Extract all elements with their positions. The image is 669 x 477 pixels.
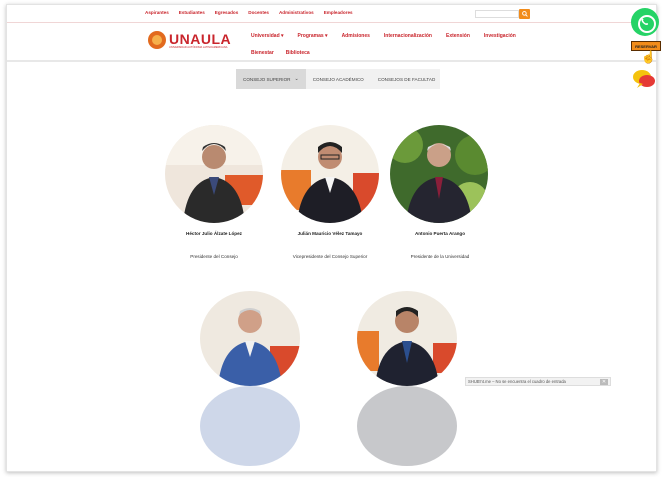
- pointer-hand-icon: ☝: [641, 50, 656, 64]
- tab-label: CONSEJOS DE FACULTAD: [377, 76, 436, 82]
- nav-investigacion[interactable]: Investigación: [484, 33, 516, 39]
- link-estudiantes[interactable]: Estudiantes: [179, 10, 205, 15]
- audience-links: Aspirantes Estudiantes Egresados Docente…: [145, 10, 353, 15]
- link-egresados[interactable]: Egresados: [215, 10, 239, 15]
- tab-consejos-facultad[interactable]: CONSEJOS DE FACULTAD: [371, 69, 443, 89]
- main-nav: Universidad ▾ Programas ▾ Admisiones Int…: [251, 33, 516, 39]
- brand-tagline: UNIVERSIDAD AUTÓNOMA LATINOAMERICANA: [169, 45, 228, 49]
- link-empleadores[interactable]: Empleadores: [324, 10, 353, 15]
- tab-consejo-superior[interactable]: CONSEJO SUPERIOR ⌄: [236, 69, 306, 89]
- close-icon[interactable]: ✕: [600, 379, 608, 385]
- brand-name: UNAULA: [169, 30, 232, 47]
- photo-reflection: [357, 386, 457, 466]
- member-photo[interactable]: [357, 291, 457, 386]
- nav-universidad[interactable]: Universidad ▾: [251, 33, 284, 39]
- member-photo[interactable]: [200, 291, 300, 386]
- whatsapp-button[interactable]: [631, 8, 659, 36]
- member-photo[interactable]: [165, 125, 263, 223]
- search-input[interactable]: [475, 10, 519, 18]
- member-name: Julián Mauricio Vélez Tamayo: [297, 231, 363, 236]
- council-tabs: CONSEJO SUPERIOR ⌄ CONSEJO ACADÉMICO CON…: [236, 69, 440, 89]
- photo-reflection: [200, 386, 300, 466]
- nav-biblioteca[interactable]: Biblioteca: [286, 50, 310, 56]
- link-docentes[interactable]: Docentes: [248, 10, 269, 15]
- whatsapp-icon: [641, 18, 649, 25]
- search-icon: [521, 11, 528, 17]
- nav-extension[interactable]: Extensión: [446, 33, 470, 39]
- site-header: UNAULA UNIVERSIDAD AUTÓNOMA LATINOAMERIC…: [7, 24, 656, 62]
- tab-label: CONSEJO SUPERIOR: [243, 76, 291, 82]
- nav-programas[interactable]: Programas ▾: [298, 33, 328, 39]
- member-role: Vicepresidente del Consejo Superior: [292, 254, 368, 259]
- chat-bubble-button[interactable]: [632, 68, 656, 90]
- chevron-down-icon: ⌄: [294, 76, 299, 82]
- main-nav-row2: Bienestar Biblioteca: [251, 50, 310, 56]
- logo-emblem-icon: [148, 31, 166, 49]
- link-administrativos[interactable]: Administrativos: [279, 10, 314, 15]
- nav-admisiones[interactable]: Admisiones: [342, 33, 370, 39]
- member-name: Antonio Puerta Arango: [414, 231, 466, 236]
- brand-logo[interactable]: UNAULA UNIVERSIDAD AUTÓNOMA LATINOAMERIC…: [148, 31, 231, 49]
- tab-consejo-academico[interactable]: CONSEJO ACADÉMICO: [306, 69, 371, 89]
- search-button[interactable]: [519, 9, 530, 19]
- nav-internacionalizacion[interactable]: Internacionalización: [384, 33, 432, 39]
- browser-page: Aspirantes Estudiantes Egresados Docente…: [6, 4, 657, 472]
- member-photo[interactable]: [390, 125, 488, 223]
- utility-bar: Aspirantes Estudiantes Egresados Docente…: [7, 5, 656, 23]
- status-text: SHUB'nt.me – No se encuentra el cuadro d…: [468, 379, 566, 384]
- nav-bienestar[interactable]: Bienestar: [251, 50, 274, 56]
- member-role: Presidente de la Universidad: [410, 254, 470, 259]
- status-notification: SHUB'nt.me – No se encuentra el cuadro d…: [465, 377, 611, 386]
- link-aspirantes[interactable]: Aspirantes: [145, 10, 169, 15]
- member-name: Héctor Julio Álzate López: [186, 231, 242, 236]
- member-role: Presidente del Consejo: [190, 254, 238, 259]
- chat-bubble-icon: [633, 70, 655, 88]
- tab-label: CONSEJO ACADÉMICO: [312, 76, 364, 82]
- member-photo[interactable]: [281, 125, 379, 223]
